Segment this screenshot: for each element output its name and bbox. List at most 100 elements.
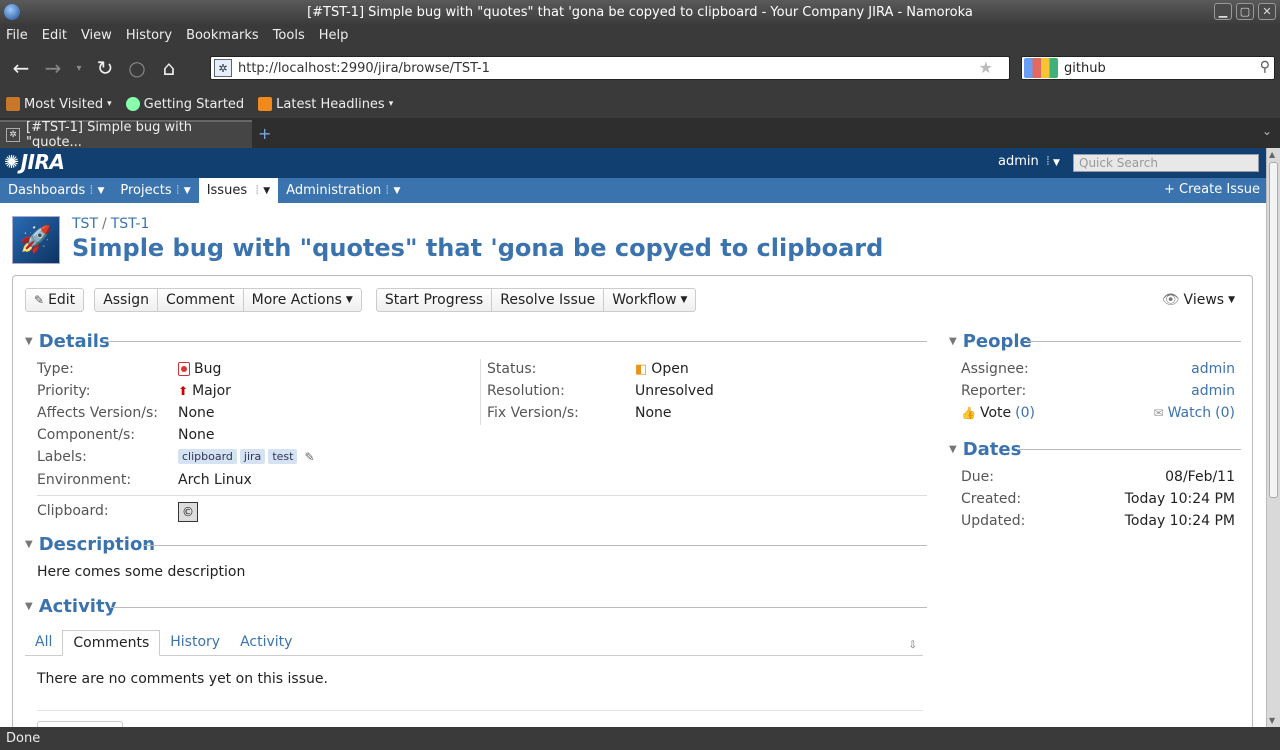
- toggle-triangle-icon: ▼: [25, 539, 33, 550]
- reload-icon[interactable]: ↻: [90, 53, 120, 83]
- browser-status-bar: Done: [0, 727, 1280, 750]
- description-text: Here comes some description: [37, 564, 246, 580]
- dates-rule: [1017, 449, 1241, 450]
- vote-count[interactable]: (0): [1015, 405, 1035, 421]
- scrollbar-thumb[interactable]: [1269, 162, 1278, 498]
- label-chip[interactable]: jira: [239, 449, 266, 464]
- due-label: Due:: [961, 469, 994, 485]
- search-engine-icon[interactable]: [1024, 58, 1058, 78]
- edit-group: ✎ Edit: [25, 288, 85, 312]
- details-rule: [103, 341, 927, 342]
- scroll-up-arrow-icon[interactable]: ▲: [1269, 150, 1275, 159]
- user-menu[interactable]: admin ⁞ ▼: [998, 154, 1060, 169]
- forward-arrow-icon[interactable]: →: [38, 53, 68, 83]
- vote-control[interactable]: 👍 Vote (0): [961, 405, 1035, 421]
- bookmark-star-icon[interactable]: ★: [979, 58, 993, 77]
- assign-button[interactable]: Assign: [95, 289, 159, 311]
- reporter-value[interactable]: admin: [1191, 383, 1235, 399]
- create-issue-button[interactable]: + Create Issue: [1164, 182, 1260, 197]
- bookmark-latest-headlines[interactable]: Latest Headlines ▾: [258, 97, 393, 112]
- sort-order-icon[interactable]: ⇩: [909, 640, 917, 651]
- resolve-issue-button[interactable]: Resolve Issue: [492, 289, 605, 311]
- window-title: [#TST-1] Simple bug with "quotes" that '…: [307, 4, 973, 20]
- created-value: Today 10:24 PM: [1124, 491, 1235, 507]
- activity-tabs: All Comments History Activity ⇩: [25, 628, 923, 656]
- activity-heading-text: Activity: [38, 596, 117, 617]
- details-heading[interactable]: ▼ Details: [25, 331, 110, 352]
- edit-button[interactable]: ✎ Edit: [26, 289, 83, 311]
- breadcrumb: TST / TST-1: [72, 216, 149, 232]
- plus-icon: +: [1164, 182, 1175, 197]
- comment-button[interactable]: Comment: [158, 289, 244, 311]
- bookmark-most-visited[interactable]: Most Visited ▾: [6, 97, 112, 112]
- search-input[interactable]: github: [1064, 61, 1106, 76]
- history-dropdown-icon[interactable]: ▾: [70, 53, 88, 83]
- bookmark-getting-started[interactable]: Getting Started: [125, 97, 244, 112]
- comments-divider: [37, 710, 923, 711]
- label-chip[interactable]: clipboard: [178, 449, 237, 464]
- jira-logo[interactable]: ✺ JIRA: [4, 150, 65, 174]
- created-label: Created:: [961, 491, 1022, 507]
- stop-icon[interactable]: ○: [122, 53, 152, 83]
- dates-heading[interactable]: ▼ Dates: [949, 439, 1021, 460]
- menu-tools[interactable]: Tools: [273, 28, 305, 43]
- home-icon[interactable]: ⌂: [154, 53, 184, 83]
- url-bar[interactable]: ✲ http://localhost:2990/jira/browse/TST-…: [210, 56, 1010, 80]
- site-favicon-icon: ✲: [214, 59, 232, 77]
- page-scrollbar[interactable]: ▲ ▼: [1266, 148, 1280, 727]
- menu-help[interactable]: Help: [319, 28, 349, 43]
- tab-history[interactable]: History: [160, 629, 230, 655]
- copy-to-clipboard-button[interactable]: ©: [178, 502, 198, 522]
- tab-comments[interactable]: Comments: [62, 630, 161, 656]
- nav-issues[interactable]: Issues ⁞ ▼: [198, 178, 279, 203]
- watch-label[interactable]: Watch: [1168, 405, 1212, 421]
- new-tab-icon[interactable]: +: [258, 124, 271, 143]
- labels-label: Labels:: [37, 449, 87, 465]
- menu-edit[interactable]: Edit: [42, 28, 67, 43]
- workflow-button[interactable]: Workflow ▼: [604, 289, 695, 311]
- minimize-icon[interactable]: ▁: [1214, 3, 1232, 20]
- activity-rule: [111, 607, 927, 608]
- nav-projects[interactable]: Projects ⁞ ▼: [112, 178, 198, 203]
- scroll-down-arrow-icon[interactable]: ▼: [1269, 716, 1275, 725]
- search-bar[interactable]: github ⚲: [1021, 56, 1275, 80]
- search-icon[interactable]: ⚲: [1260, 59, 1270, 75]
- assignee-label: Assignee:: [961, 361, 1029, 377]
- breadcrumb-issue-key[interactable]: TST-1: [111, 216, 150, 232]
- watch-control[interactable]: ✉ Watch (0): [1154, 405, 1236, 421]
- activity-heading[interactable]: ▼ Activity: [25, 596, 116, 617]
- nav-administration[interactable]: Administration ⁞ ▼: [278, 178, 408, 203]
- back-arrow-icon[interactable]: ←: [6, 53, 36, 83]
- menu-view[interactable]: View: [81, 28, 112, 43]
- user-name: admin: [998, 154, 1039, 169]
- people-heading[interactable]: ▼ People: [949, 331, 1032, 352]
- breadcrumb-project[interactable]: TST: [72, 216, 98, 232]
- breadcrumb-separator: /: [102, 216, 107, 232]
- nav-dashboards[interactable]: Dashboards ⁞ ▼: [0, 178, 112, 203]
- menu-file[interactable]: File: [6, 28, 28, 43]
- tab-list-chevron-icon[interactable]: ⌄: [1262, 124, 1272, 138]
- clipboard-label: Clipboard:: [37, 503, 109, 519]
- more-actions-button[interactable]: More Actions ▼: [244, 289, 361, 311]
- watch-count[interactable]: (0): [1215, 405, 1235, 421]
- resolution-label: Resolution:: [487, 383, 565, 399]
- menu-separator: ⁞: [89, 183, 94, 198]
- assignee-value[interactable]: admin: [1191, 361, 1235, 377]
- menu-bookmarks[interactable]: Bookmarks: [186, 28, 259, 43]
- views-button[interactable]: 👁 Views ▼: [1162, 292, 1235, 308]
- browser-tab[interactable]: ✲ [#TST-1] Simple bug with "quote...: [0, 120, 252, 150]
- chevron-down-icon: ▼: [263, 185, 271, 196]
- menu-history[interactable]: History: [126, 28, 172, 43]
- tab-activity[interactable]: Activity: [230, 629, 302, 655]
- close-icon[interactable]: ✕: [1258, 3, 1276, 20]
- description-heading[interactable]: ▼ Description: [25, 534, 155, 555]
- maximize-icon[interactable]: ▢: [1236, 3, 1254, 20]
- start-progress-button[interactable]: Start Progress: [377, 289, 493, 311]
- page-icon: [125, 97, 140, 111]
- toggle-triangle-icon: ▼: [25, 601, 33, 612]
- edit-labels-pencil-icon[interactable]: ✎: [304, 450, 314, 464]
- tab-all[interactable]: All: [25, 629, 62, 655]
- issue-summary[interactable]: Simple bug with "quotes" that 'gona be c…: [72, 234, 883, 262]
- label-chip[interactable]: test: [268, 449, 298, 464]
- quick-search-input[interactable]: Quick Search: [1073, 154, 1259, 172]
